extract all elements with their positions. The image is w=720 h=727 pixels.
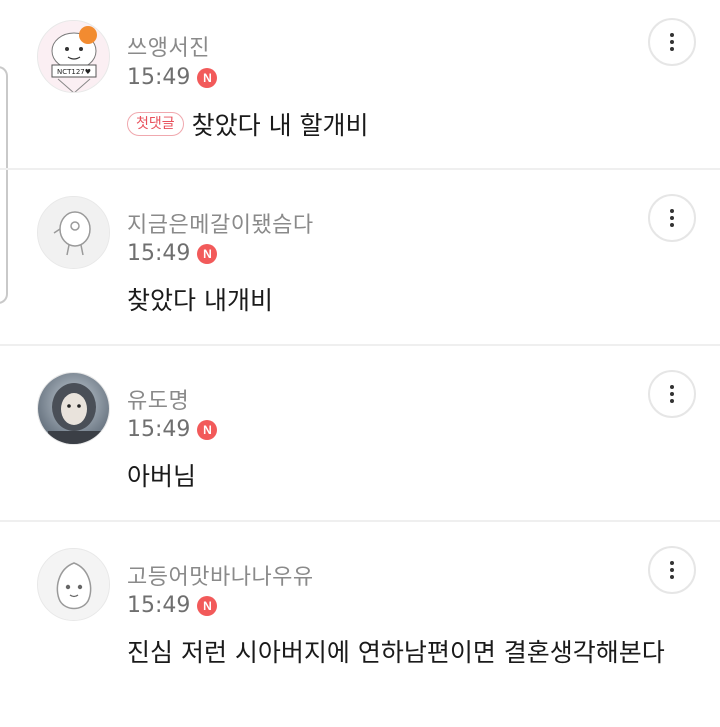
comment-time: 15:49 [127, 65, 191, 90]
more-vertical-icon [670, 385, 674, 403]
comment-meta: 15:49 N [127, 241, 218, 266]
comment-meta: 15:49 N [127, 593, 218, 618]
avatar[interactable] [37, 548, 110, 621]
avatar[interactable]: NCT127♥ [37, 20, 110, 93]
comment-nickname[interactable]: 쓰앵서진 [127, 30, 210, 62]
comment-item: 지금은메갈이됐슴다 15:49 N 찾았다 내개비 [0, 170, 720, 346]
comment-nickname[interactable]: 고등어맛바나나우유 [127, 559, 314, 591]
more-options-button[interactable] [648, 194, 696, 242]
more-options-button[interactable] [648, 370, 696, 418]
default-character-avatar-icon [38, 197, 109, 268]
comment-nickname[interactable]: 유도명 [127, 383, 189, 415]
avatar[interactable] [37, 372, 110, 445]
winter-hooded-man-photo-avatar-icon [38, 373, 109, 444]
comment-item: 고등어맛바나나우유 15:49 N 진심 저런 시아버지에 연하남편이면 결혼생… [0, 522, 720, 727]
new-badge: N [197, 419, 218, 440]
more-vertical-icon [670, 33, 674, 51]
comment-time: 15:49 [127, 593, 191, 618]
more-vertical-icon [670, 209, 674, 227]
more-options-button[interactable] [648, 18, 696, 66]
avatar[interactable] [37, 196, 110, 269]
cartoon-character-avatar-icon: NCT127♥ [38, 21, 109, 92]
comment-body: 찾았다 내개비 [127, 281, 687, 320]
new-badge: N [197, 67, 218, 88]
new-badge: N [197, 595, 218, 616]
comment-body: 진심 저런 시아버지에 연하남편이면 결혼생각해본다 [127, 633, 687, 672]
first-comment-badge: 첫댓글 [127, 112, 184, 136]
comment-time: 15:49 [127, 241, 191, 266]
comment-text: 진심 저런 시아버지에 연하남편이면 결혼생각해본다 [127, 638, 665, 667]
more-vertical-icon [670, 561, 674, 579]
new-badge: N [197, 243, 218, 264]
comment-body: 아버님 [127, 457, 687, 496]
comment-text: 찾았다 내개비 [127, 286, 273, 315]
comment-item: NCT127♥ 쓰앵서진 15:49 N 첫댓글 찾았다 내 할개비 [0, 0, 720, 170]
avatar-caption: NCT127♥ [57, 68, 91, 76]
comment-meta: 15:49 N [127, 65, 218, 90]
comment-time: 15:49 [127, 417, 191, 442]
more-options-button[interactable] [648, 546, 696, 594]
comment-meta: 15:49 N [127, 417, 218, 442]
comment-body: 첫댓글 찾았다 내 할개비 [127, 106, 687, 145]
peach-character-avatar-icon [38, 549, 109, 620]
comment-text: 찾았다 내 할개비 [191, 111, 369, 140]
comment-item: 유도명 15:49 N 아버님 [0, 346, 720, 522]
comment-nickname[interactable]: 지금은메갈이됐슴다 [127, 207, 314, 239]
comment-text: 아버님 [127, 462, 197, 491]
